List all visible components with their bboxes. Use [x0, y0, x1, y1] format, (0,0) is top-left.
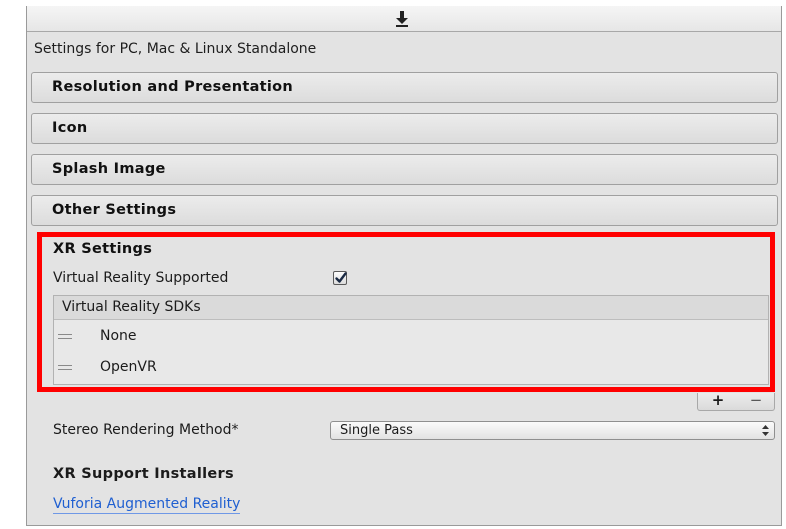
- xr-support-installers-title: XR Support Installers: [53, 466, 234, 482]
- stereo-rendering-select[interactable]: Single Pass: [330, 421, 775, 440]
- download-arrow-icon[interactable]: [395, 10, 409, 28]
- drag-handle-icon[interactable]: [58, 365, 72, 371]
- list-item[interactable]: OpenVR: [54, 352, 768, 382]
- sdk-name: OpenVR: [100, 359, 157, 375]
- remove-sdk-button[interactable]: −: [738, 393, 774, 410]
- panel-toolbar: [27, 6, 781, 32]
- updown-arrows-icon: [762, 425, 769, 436]
- vr-supported-label: Virtual Reality Supported: [53, 270, 229, 286]
- vr-supported-checkbox[interactable]: [333, 271, 347, 285]
- player-settings-panel: Settings for PC, Mac & Linux Standalone …: [26, 6, 782, 526]
- stereo-rendering-label: Stereo Rendering Method*: [53, 422, 239, 438]
- sdk-name: None: [100, 328, 137, 344]
- xr-settings-title[interactable]: XR Settings: [53, 241, 152, 257]
- add-sdk-button[interactable]: +: [698, 393, 738, 410]
- section-other-settings[interactable]: Other Settings: [31, 195, 778, 226]
- section-splash-image[interactable]: Splash Image: [31, 154, 778, 185]
- checkmark-icon: [335, 272, 347, 283]
- list-item[interactable]: None: [54, 321, 768, 351]
- vr-sdk-list-header: Virtual Reality SDKs: [54, 296, 768, 320]
- stereo-rendering-value: Single Pass: [340, 423, 413, 438]
- list-add-remove-controls: + −: [697, 393, 775, 411]
- settings-for-title: Settings for PC, Mac & Linux Standalone: [34, 41, 317, 57]
- vr-sdk-list: Virtual Reality SDKs None OpenVR: [53, 295, 769, 385]
- section-icon[interactable]: Icon: [31, 113, 778, 144]
- section-resolution-and-presentation[interactable]: Resolution and Presentation: [31, 72, 778, 103]
- vuforia-link[interactable]: Vuforia Augmented Reality: [53, 495, 241, 514]
- drag-handle-icon[interactable]: [58, 334, 72, 340]
